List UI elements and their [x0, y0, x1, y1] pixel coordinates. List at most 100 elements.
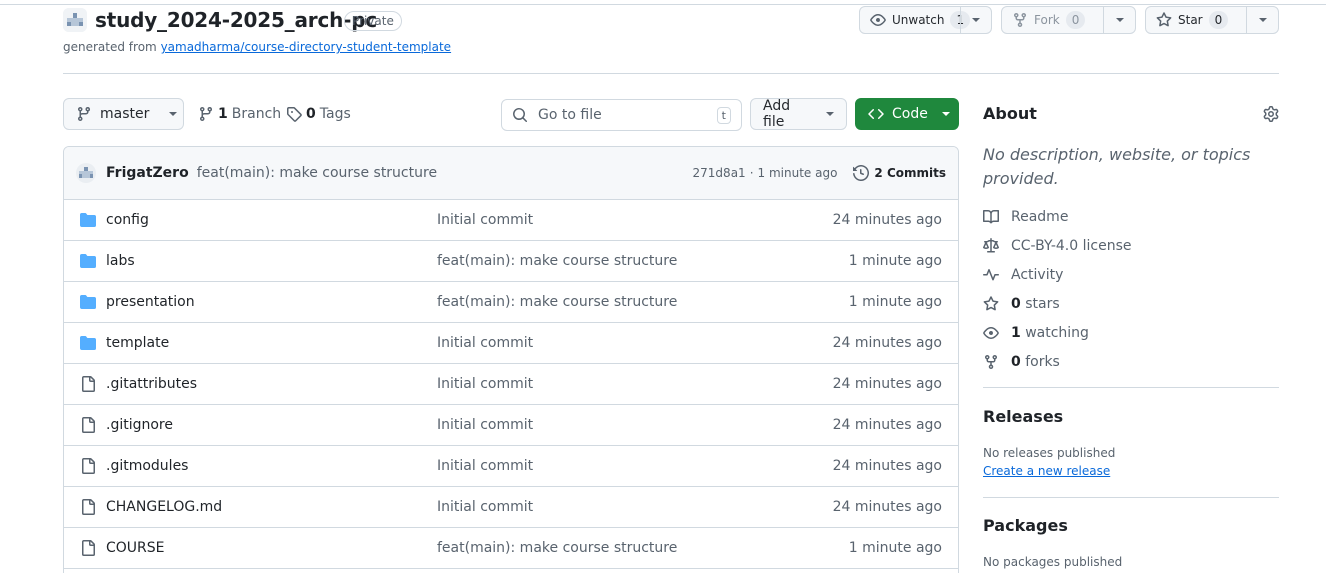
eye-icon [870, 12, 886, 28]
file-row[interactable]: presentation feat(main): make course stru… [64, 282, 958, 323]
add-file-button[interactable]: Add file [750, 98, 847, 130]
chevron-down-icon [1115, 18, 1124, 22]
commit-author-avatar[interactable] [76, 163, 96, 183]
file-name[interactable]: COURSE [106, 540, 165, 556]
forks-count: 0 [1011, 354, 1021, 370]
file-age: 24 minutes ago [832, 335, 942, 351]
go-to-file-input[interactable]: Go to file t [501, 99, 742, 131]
file-list: FrigatZero feat(main): make course struc… [63, 146, 959, 573]
create-release-link[interactable]: Create a new release [983, 464, 1110, 478]
tags-link[interactable]: 0 Tags [286, 106, 351, 122]
commits-history-link[interactable]: 2 Commits [853, 165, 946, 181]
file-name[interactable]: .gitignore [106, 417, 173, 433]
chevron-down-icon [972, 18, 980, 22]
git-branch-icon [76, 106, 92, 122]
book-icon [983, 209, 999, 225]
file-icon [80, 540, 96, 556]
file-age: 24 minutes ago [832, 376, 942, 392]
file-commit-message[interactable]: Initial commit [437, 335, 533, 351]
stars-label: stars [1025, 296, 1060, 312]
chevron-down-icon [941, 112, 950, 116]
star-dropdown[interactable] [1246, 7, 1278, 33]
file-row[interactable]: labs feat(main): make course structure 1 m… [64, 241, 958, 282]
repo-owner-avatar[interactable] [63, 8, 87, 32]
fork-icon [1012, 12, 1028, 28]
star-button[interactable]: Star 0 [1145, 6, 1279, 34]
watching-link[interactable]: 1 watching [983, 323, 1089, 343]
file-commit-message[interactable]: Initial commit [437, 417, 533, 433]
file-age: 24 minutes ago [832, 499, 942, 515]
git-branch-icon [198, 106, 214, 122]
star-icon [1156, 12, 1172, 28]
file-name[interactable]: labs [106, 253, 135, 269]
file-commit-message[interactable]: Initial commit [437, 499, 533, 515]
file-name[interactable]: .gitmodules [106, 458, 188, 474]
fork-button[interactable]: Fork 0 [1001, 6, 1136, 34]
file-row[interactable]: .gitignore Initial commit 24 minutes ago [64, 405, 958, 446]
file-row[interactable]: CHANGELOG.md Initial commit 24 minutes ago [64, 487, 958, 528]
activity-link[interactable]: Activity [983, 265, 1063, 285]
unwatch-button[interactable]: Unwatch 1 [859, 6, 992, 34]
search-shortcut-key: t [716, 106, 731, 124]
commit-separator: · [749, 166, 754, 180]
file-row[interactable]: COURSE feat(main): make course structure 1… [64, 528, 958, 569]
file-name[interactable]: template [106, 335, 169, 351]
sidebar-divider [983, 497, 1279, 498]
file-commit-message[interactable]: Initial commit [437, 212, 533, 228]
activity-label: Activity [1011, 267, 1064, 283]
forks-link[interactable]: 0 forks [983, 352, 1060, 372]
visibility-badge: Private [344, 11, 402, 31]
code-button[interactable]: Code [855, 98, 959, 130]
file-name[interactable]: presentation [106, 294, 195, 310]
file-commit-message[interactable]: Initial commit [437, 376, 533, 392]
packages-title[interactable]: Packages [983, 516, 1068, 535]
file-commit-message[interactable]: feat(main): make course structure [437, 294, 677, 310]
code-icon [868, 106, 884, 122]
license-label: CC-BY-4.0 license [1011, 238, 1132, 254]
add-file-label: Add file [763, 98, 791, 130]
gear-icon[interactable] [1263, 106, 1279, 122]
file-commit-message[interactable]: Initial commit [437, 458, 533, 474]
commit-sha[interactable]: 271d8a1 [693, 166, 746, 180]
fork-dropdown[interactable] [1103, 7, 1135, 33]
pulse-icon [983, 267, 999, 283]
fork-count: 0 [1065, 11, 1086, 29]
releases-title[interactable]: Releases [983, 407, 1063, 426]
license-link[interactable]: CC-BY-4.0 license [983, 236, 1131, 256]
file-commit-message[interactable]: feat(main): make course structure [437, 540, 677, 556]
watching-label: watching [1025, 325, 1089, 341]
history-icon [853, 165, 870, 181]
file-age: 24 minutes ago [832, 212, 942, 228]
watch-dropdown[interactable] [960, 7, 991, 33]
file-name[interactable]: CHANGELOG.md [106, 499, 222, 515]
commit-author[interactable]: FrigatZero [106, 165, 189, 181]
star-count: 0 [1208, 11, 1229, 29]
chevron-down-icon [169, 112, 178, 116]
file-name[interactable]: .gitattributes [106, 376, 197, 392]
commit-time: 1 minute ago [757, 166, 838, 180]
file-commit-message[interactable]: feat(main): make course structure [437, 253, 677, 269]
file-row[interactable]: .gitmodules Initial commit 24 minutes ago [64, 446, 958, 487]
branches-link[interactable]: 1 Branch [198, 106, 281, 122]
stars-link[interactable]: 0 stars [983, 294, 1060, 314]
header-divider [0, 4, 1326, 5]
search-placeholder: Go to file [538, 107, 602, 123]
fork-icon [983, 354, 999, 370]
file-age: 24 minutes ago [832, 458, 942, 474]
commit-message[interactable]: feat(main): make course structure [197, 165, 437, 181]
file-age: 1 minute ago [848, 540, 942, 556]
template-repo-link[interactable]: yamadharma/course-directory-student-temp… [161, 40, 452, 54]
chevron-down-icon [1258, 18, 1267, 22]
header-separator [63, 73, 1279, 74]
file-row[interactable]: template Initial commit 24 minutes ago [64, 323, 958, 364]
branch-selector[interactable]: master [63, 98, 184, 130]
chevron-down-icon [826, 112, 834, 116]
file-name[interactable]: config [106, 212, 149, 228]
folder-icon [80, 212, 96, 228]
file-row[interactable]: config Initial commit 24 minutes ago [64, 200, 958, 241]
file-row[interactable]: .gitattributes Initial commit 24 minutes a… [64, 364, 958, 405]
repo-name-link[interactable]: study_2024-2025_arch-pc [95, 8, 377, 32]
folder-icon [80, 253, 96, 269]
readme-link[interactable]: Readme [983, 207, 1068, 227]
star-label: Star [1178, 13, 1203, 27]
